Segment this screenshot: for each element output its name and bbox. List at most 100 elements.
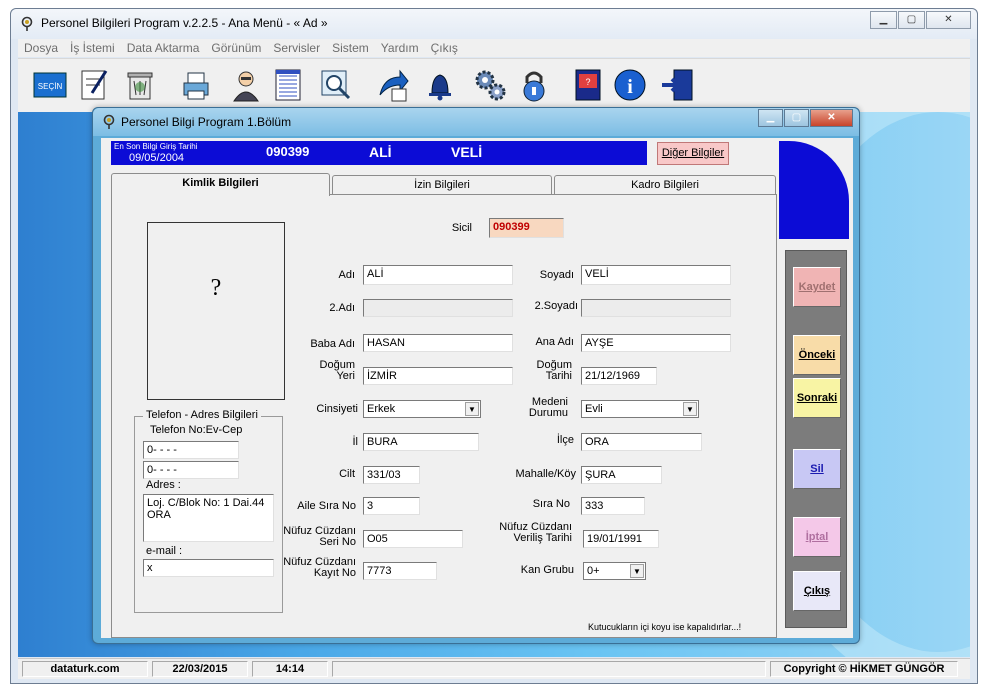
address-line-1: Loj. C/Blok No: 1 Dai.44 bbox=[147, 497, 265, 509]
dogum-yeri-field[interactable]: İZMİR bbox=[363, 367, 513, 385]
menu-cikis[interactable]: Çıkış bbox=[425, 39, 464, 55]
inner-minimize-button[interactable]: ▁ bbox=[758, 109, 783, 127]
maximize-button[interactable]: ▢ bbox=[898, 11, 925, 29]
document-icon[interactable] bbox=[270, 67, 306, 103]
menu-sistem[interactable]: Sistem bbox=[326, 39, 375, 55]
nc-kayit-field[interactable]: 7773 bbox=[363, 562, 437, 580]
last-entry-label: En Son Bilgi Giriş Tarihi bbox=[114, 142, 198, 151]
sil-button[interactable]: Sil bbox=[793, 449, 841, 489]
ana-field[interactable]: AYŞE bbox=[581, 334, 731, 352]
trash-icon[interactable] bbox=[122, 67, 158, 103]
baba-label: Baba Adı bbox=[310, 338, 355, 350]
contact-group: Telefon - Adres Bilgileri Telefon No:Ev-… bbox=[134, 409, 283, 613]
action-panel: Kaydet Önceki Sonraki Sil İptal Çıkış bbox=[785, 250, 847, 628]
tab-kadro[interactable]: Kadro Bilgileri bbox=[554, 175, 776, 195]
sicil-field[interactable]: 090399 bbox=[489, 218, 564, 238]
status-empty bbox=[332, 661, 766, 677]
medeni-value: Evli bbox=[585, 403, 603, 415]
address-label: Adres : bbox=[146, 479, 181, 491]
nc-verilis-label-2: Veriliş Tarihi bbox=[513, 532, 573, 544]
status-site: dataturk.com bbox=[22, 661, 148, 677]
cilt-field[interactable]: 331/03 bbox=[363, 466, 420, 484]
main-title-bar[interactable]: Personel Bilgileri Program v.2.2.5 - Ana… bbox=[11, 9, 977, 39]
ilce-field[interactable]: ORA bbox=[581, 433, 702, 451]
personnel-title-bar[interactable]: Personel Bilgi Program 1.Bölüm ▁ ▢ ✕ bbox=[93, 108, 859, 136]
info-note: Kutucukların içi koyu ise kapalıdırlar..… bbox=[588, 622, 742, 632]
email-field[interactable]: x bbox=[143, 559, 274, 577]
secin-icon[interactable]: SEÇİN bbox=[32, 67, 68, 103]
nc-verilis-label: Nüfuz Cüzdanı Veriliş Tarihi bbox=[482, 522, 572, 544]
info-bar: En Son Bilgi Giriş Tarihi 09/05/2004 090… bbox=[111, 141, 647, 165]
user-icon[interactable] bbox=[228, 67, 264, 103]
il-field[interactable]: BURA bbox=[363, 433, 479, 451]
inner-close-button[interactable]: ✕ bbox=[810, 109, 853, 127]
adi2-label: 2.Adı bbox=[329, 302, 355, 314]
toolbar: SEÇİN ? i bbox=[18, 58, 970, 112]
nc-seri-field[interactable]: O05 bbox=[363, 530, 463, 548]
dogum-tarihi-label: Doğum Tarihi bbox=[502, 360, 572, 382]
minimize-button[interactable]: ▁ bbox=[870, 11, 897, 29]
phone-mobile-field[interactable]: 0- - - - bbox=[143, 461, 239, 479]
adi-field[interactable]: ALİ bbox=[363, 265, 513, 285]
baba-field[interactable]: HASAN bbox=[363, 334, 513, 352]
info-soyad: VELİ bbox=[451, 144, 483, 160]
adi2-field[interactable] bbox=[363, 299, 513, 317]
email-label: e-mail : bbox=[146, 545, 183, 557]
tab-kimlik[interactable]: Kimlik Bilgileri bbox=[111, 173, 330, 196]
close-button[interactable]: ✕ bbox=[926, 11, 971, 29]
photo-placeholder[interactable]: ? bbox=[147, 222, 285, 400]
export-icon[interactable] bbox=[374, 67, 410, 103]
chevron-down-icon[interactable]: ▼ bbox=[465, 402, 479, 416]
aile-label: Aile Sıra No bbox=[297, 500, 356, 512]
search-icon[interactable] bbox=[318, 67, 354, 103]
info-icon[interactable]: i bbox=[612, 67, 648, 103]
menu-servisler[interactable]: Servisler bbox=[267, 39, 326, 55]
soyadi2-field[interactable] bbox=[581, 299, 731, 317]
dogum-tarihi-field[interactable]: 21/12/1969 bbox=[581, 367, 657, 385]
menu-is-istemi[interactable]: İş İstemi bbox=[64, 39, 121, 55]
printer-icon[interactable] bbox=[178, 67, 214, 103]
address-field[interactable]: Loj. C/Blok No: 1 Dai.44 ORA bbox=[143, 494, 274, 542]
personnel-window: Personel Bilgi Program 1.Bölüm ▁ ▢ ✕ En … bbox=[92, 107, 860, 644]
status-date: 22/03/2015 bbox=[152, 661, 248, 677]
sonraki-button[interactable]: Sonraki bbox=[793, 378, 841, 418]
book-icon[interactable]: ? bbox=[570, 67, 606, 103]
lock-icon[interactable] bbox=[516, 67, 552, 103]
chevron-down-icon[interactable]: ▼ bbox=[683, 402, 697, 416]
medeni-select[interactable]: Evli ▼ bbox=[581, 400, 699, 418]
menu-data-aktarma[interactable]: Data Aktarma bbox=[121, 39, 206, 55]
menu-gorunum[interactable]: Görünüm bbox=[205, 39, 267, 55]
inner-maximize-button[interactable]: ▢ bbox=[784, 109, 809, 127]
settings-icon[interactable] bbox=[472, 67, 508, 103]
nc-seri-label-2: Seri No bbox=[319, 536, 356, 548]
kaydet-button[interactable]: Kaydet bbox=[793, 267, 841, 307]
diger-bilgiler-button[interactable]: Diğer Bilgiler bbox=[657, 142, 729, 165]
iptal-button[interactable]: İptal bbox=[793, 517, 841, 557]
cinsiyet-select[interactable]: Erkek ▼ bbox=[363, 400, 481, 418]
cikis-button[interactable]: Çıkış bbox=[793, 571, 841, 611]
medeni-label-2: Durumu bbox=[528, 407, 568, 419]
mahalle-field[interactable]: ŞURA bbox=[581, 466, 662, 484]
contact-title: Telefon - Adres Bilgileri bbox=[143, 409, 261, 421]
sira-field[interactable]: 333 bbox=[581, 497, 645, 515]
menu-dosya[interactable]: Dosya bbox=[18, 39, 64, 55]
kan-select[interactable]: 0+ ▼ bbox=[583, 562, 646, 580]
exit-icon[interactable] bbox=[660, 67, 696, 103]
status-time: 14:14 bbox=[252, 661, 328, 677]
chevron-down-icon[interactable]: ▼ bbox=[630, 564, 644, 578]
nc-verilis-field[interactable]: 19/01/1991 bbox=[583, 530, 659, 548]
kan-label: Kan Grubu bbox=[520, 564, 574, 576]
dogum-yeri-label: Doğum Yeri bbox=[292, 360, 355, 382]
soyadi-field[interactable]: VELİ bbox=[581, 265, 731, 285]
il-label: İl bbox=[352, 436, 359, 448]
dogum-tarihi-label-2: Tarihi bbox=[545, 370, 572, 382]
phone-home-field[interactable]: 0- - - - bbox=[143, 441, 239, 459]
main-title: Personel Bilgileri Program v.2.2.5 - Ana… bbox=[41, 16, 328, 30]
edit-icon[interactable] bbox=[78, 67, 114, 103]
menu-yardim[interactable]: Yardım bbox=[375, 39, 425, 55]
bell-icon[interactable] bbox=[422, 67, 458, 103]
aile-field[interactable]: 3 bbox=[363, 497, 420, 515]
info-sicil: 090399 bbox=[266, 144, 310, 159]
tab-izin[interactable]: İzin Bilgileri bbox=[332, 175, 552, 195]
onceki-button[interactable]: Önceki bbox=[793, 335, 841, 375]
